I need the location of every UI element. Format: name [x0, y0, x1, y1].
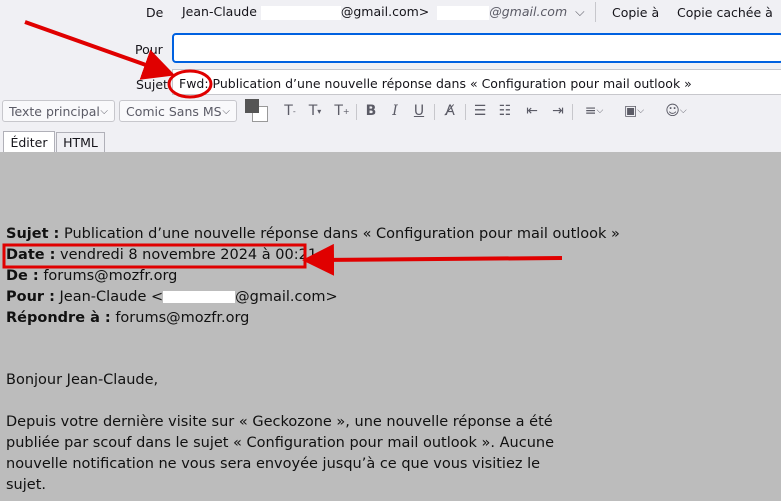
annotation-arrow [302, 243, 563, 276]
annotation-box [2, 243, 307, 269]
annotation-arrow [24, 20, 176, 80]
annotation-circle [167, 69, 213, 99]
annotation-overlay [2, 20, 563, 276]
